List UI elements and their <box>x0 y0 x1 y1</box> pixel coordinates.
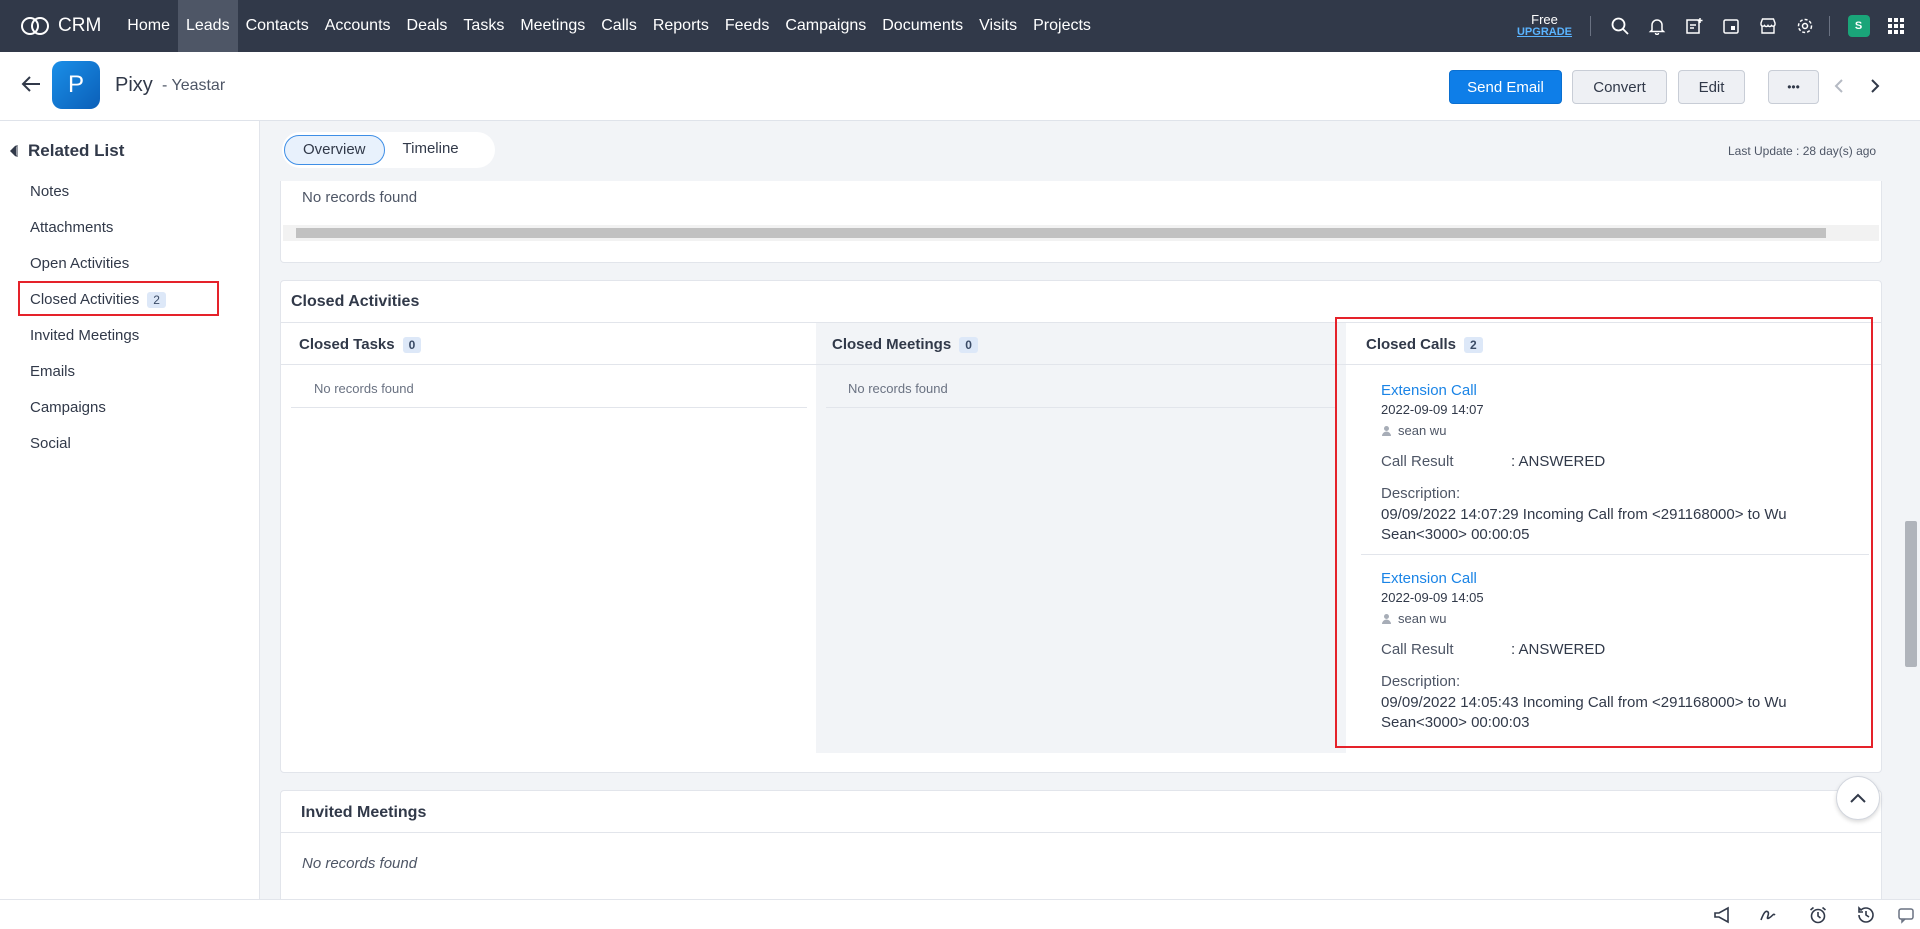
nav-deals[interactable]: Deals <box>399 0 456 52</box>
app-name: CRM <box>58 15 102 36</box>
column-title: Closed Tasks <box>299 336 395 353</box>
nav-meetings[interactable]: Meetings <box>512 0 593 52</box>
prev-record-icon[interactable] <box>1832 78 1846 94</box>
add-note-icon[interactable] <box>1675 0 1712 52</box>
signature-icon[interactable] <box>1758 906 1778 924</box>
related-list-title: Related List <box>28 141 125 160</box>
nav-visits[interactable]: Visits <box>971 0 1025 52</box>
edit-button[interactable]: Edit <box>1678 70 1745 104</box>
sidebar-item-label: Emails <box>30 363 76 380</box>
more-actions-button[interactable]: ••• <box>1768 70 1819 104</box>
next-record-icon[interactable] <box>1868 78 1882 94</box>
nav-home[interactable]: Home <box>119 0 178 52</box>
column-title: Closed Meetings <box>832 336 952 353</box>
nav-tasks[interactable]: Tasks <box>455 0 512 52</box>
highlight-box <box>1335 317 1873 748</box>
divider <box>281 832 1881 833</box>
related-list-header: Related List <box>10 141 124 161</box>
chat-icon[interactable] <box>1897 906 1915 924</box>
nav-feeds[interactable]: Feeds <box>717 0 777 52</box>
highlight-box <box>18 281 219 316</box>
tab-overview[interactable]: Overview <box>284 135 385 165</box>
record-name: Pixy <box>115 74 153 96</box>
main-nav: Home Leads Contacts Accounts Deals Tasks… <box>119 0 1099 52</box>
megaphone-icon[interactable] <box>1713 906 1733 924</box>
sidebar-item-attachments[interactable]: Attachments <box>30 219 113 236</box>
sidebar-item-label: Notes <box>30 183 70 200</box>
scroll-to-top-button[interactable] <box>1836 776 1880 820</box>
scrollbar-thumb[interactable] <box>1905 521 1917 667</box>
scrollbar-thumb[interactable] <box>296 228 1826 238</box>
nav-accounts[interactable]: Accounts <box>317 0 399 52</box>
count-badge: 0 <box>402 336 422 353</box>
sidebar-item-campaigns[interactable]: Campaigns <box>30 399 106 416</box>
nav-calls[interactable]: Calls <box>593 0 645 52</box>
invited-meetings-card: Invited Meetings No records found <box>280 790 1882 910</box>
convert-button[interactable]: Convert <box>1572 70 1667 104</box>
tab-timeline[interactable]: Timeline <box>385 135 477 165</box>
send-email-button[interactable]: Send Email <box>1449 70 1562 104</box>
bell-icon[interactable] <box>1638 0 1675 52</box>
record-company: - Yeastar <box>162 77 226 94</box>
divider <box>1829 16 1830 36</box>
divider <box>291 407 807 408</box>
collapse-icon[interactable] <box>10 144 18 158</box>
divider <box>826 407 1336 408</box>
closed-tasks-header: Closed Tasks 0 <box>299 336 422 353</box>
plan-label: Free <box>1531 12 1558 28</box>
section-title: Closed Activities <box>291 293 420 310</box>
upgrade-link[interactable]: UPGRADE <box>1517 26 1572 39</box>
sidebar-item-invited-meetings[interactable]: Invited Meetings <box>30 327 139 344</box>
top-navigation-bar: CRM Home Leads Contacts Accounts Deals T… <box>0 0 1920 52</box>
sidebar-item-emails[interactable]: Emails <box>30 363 75 380</box>
user-avatar[interactable]: S <box>1840 0 1877 52</box>
calendar-icon[interactable] <box>1712 0 1749 52</box>
store-icon[interactable] <box>1749 0 1786 52</box>
apps-grid-icon[interactable] <box>1877 0 1914 52</box>
back-arrow-icon[interactable] <box>20 74 42 94</box>
divider <box>816 364 1346 365</box>
crm-logo[interactable]: CRM <box>0 0 119 52</box>
record-avatar: P <box>52 61 100 109</box>
record-header: P Pixy - Yeastar Send Email Convert Edit… <box>0 52 1920 121</box>
empty-message: No records found <box>314 381 414 396</box>
sidebar-item-label: Attachments <box>30 219 114 236</box>
empty-message: No records found <box>302 189 418 206</box>
empty-message: No records found <box>848 381 948 396</box>
sidebar-item-label: Campaigns <box>30 399 106 416</box>
sidebar-item-label: Social <box>30 435 71 452</box>
sidebar-item-notes[interactable]: Notes <box>30 183 69 200</box>
related-list-sidebar: Related List Notes Attachments Open Acti… <box>0 121 260 899</box>
nav-contacts[interactable]: Contacts <box>238 0 317 52</box>
gear-icon[interactable] <box>1786 0 1823 52</box>
view-tabs: Overview Timeline <box>282 132 495 168</box>
plan-upgrade[interactable]: Free UPGRADE <box>1517 13 1572 38</box>
alarm-icon[interactable] <box>1808 906 1828 924</box>
top-right-tools: Free UPGRADE S <box>1517 0 1920 52</box>
empty-message: No records found <box>302 855 418 872</box>
sidebar-item-social[interactable]: Social <box>30 435 71 452</box>
sidebar-item-label: Open Activities <box>30 255 130 272</box>
nav-reports[interactable]: Reports <box>645 0 717 52</box>
previous-section-card: No records found <box>280 181 1882 263</box>
closed-meetings-header: Closed Meetings 0 <box>832 336 978 353</box>
last-update: Last Update : 28 day(s) ago <box>1728 144 1877 158</box>
search-icon[interactable] <box>1601 0 1638 52</box>
history-icon[interactable] <box>1856 906 1876 924</box>
section-title: Invited Meetings <box>301 804 427 821</box>
nav-documents[interactable]: Documents <box>874 0 971 52</box>
count-badge: 0 <box>959 336 978 353</box>
divider <box>281 364 816 365</box>
divider <box>1590 16 1591 36</box>
bottom-toolbar <box>0 899 1920 929</box>
horizontal-scrollbar[interactable] <box>283 225 1879 241</box>
sidebar-item-label: Invited Meetings <box>30 327 140 344</box>
nav-leads[interactable]: Leads <box>177 0 238 52</box>
crm-logo-icon <box>20 16 50 36</box>
sidebar-item-open-activities[interactable]: Open Activities <box>30 255 129 272</box>
nav-campaigns[interactable]: Campaigns <box>777 0 874 52</box>
nav-projects[interactable]: Projects <box>1025 0 1099 52</box>
chevron-up-icon <box>1849 792 1867 804</box>
